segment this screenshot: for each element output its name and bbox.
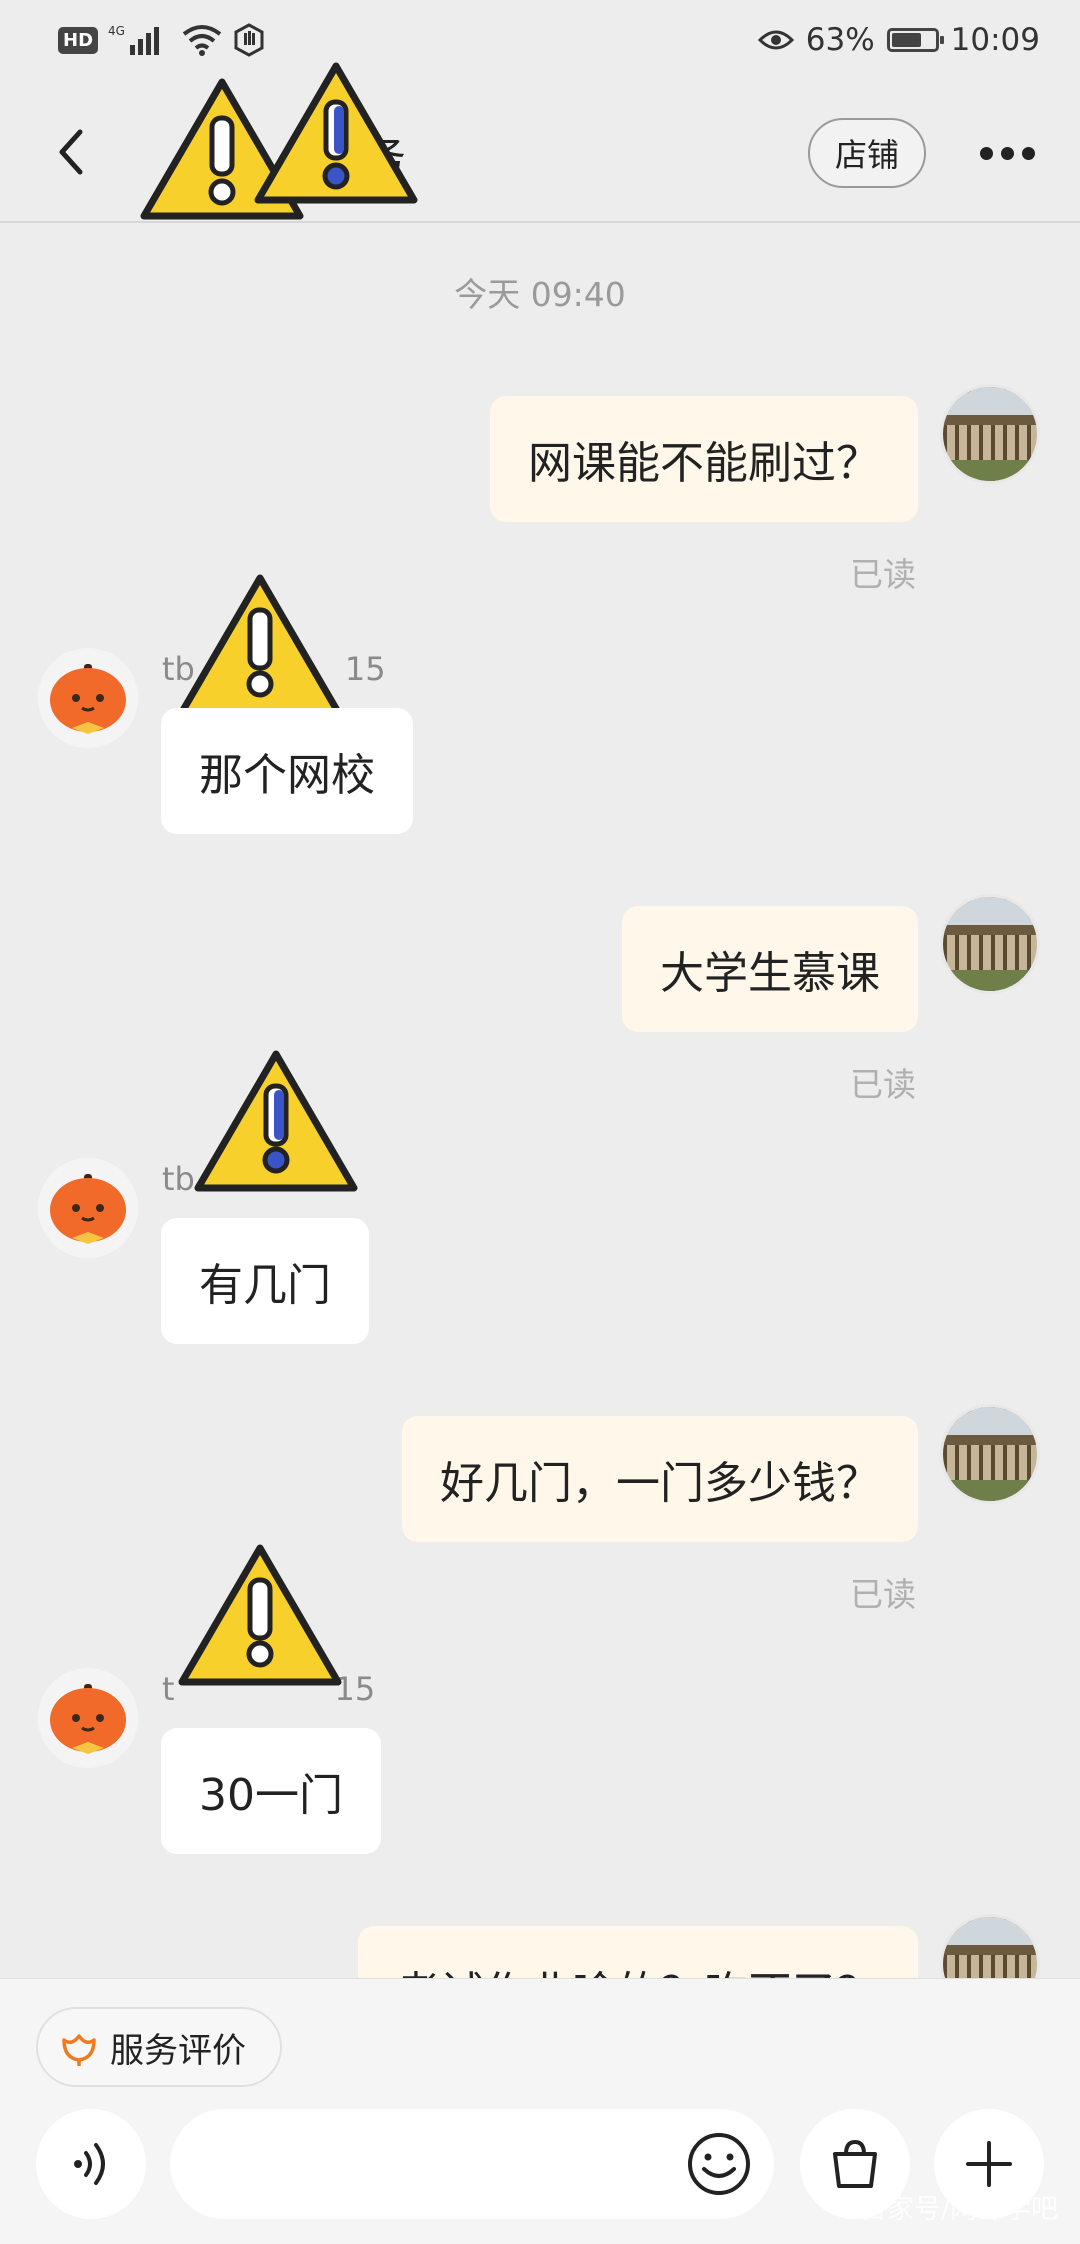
watermark: 百家号/网课学吧 <box>859 2194 1058 2225</box>
voice-icon <box>74 2143 105 2185</box>
flower-icon <box>62 2034 96 2066</box>
incoming-message[interactable]: 有几门 <box>161 1218 369 1344</box>
time-divider: 今天 09:40 <box>454 275 626 314</box>
emoji-icon[interactable] <box>686 2131 752 2197</box>
voice-input-button[interactable] <box>36 2109 146 2219</box>
pumpkin-icon <box>50 1684 126 1754</box>
service-rating-button[interactable]: 服务评价 <box>36 2007 282 2087</box>
seller-avatar[interactable] <box>38 648 138 748</box>
read-status: 已读 <box>850 1065 916 1104</box>
message-list[interactable]: 今天 09:40 网课能不能刷过？ 已读 tb15 那个网校 大学生慕课 已读 <box>0 0 1080 1978</box>
service-rating-label: 服务评价 <box>110 2030 246 2071</box>
warning-sticker-icon <box>178 574 342 716</box>
outgoing-message[interactable]: 考试作业啥的？吃不了？ <box>358 1926 918 1978</box>
warning-sticker-icon <box>194 1050 358 1192</box>
seller-avatar[interactable] <box>38 1158 138 1258</box>
sender-name-suffix: 15 <box>344 650 386 688</box>
plus-icon <box>966 2141 1012 2187</box>
outgoing-message[interactable]: 大学生慕课 <box>622 906 918 1032</box>
outgoing-message[interactable]: 好几门，一门多少钱？ <box>402 1416 918 1542</box>
read-status: 已读 <box>850 555 916 594</box>
user-avatar[interactable] <box>940 1914 1040 1978</box>
incoming-message[interactable]: 那个网校 <box>161 708 413 834</box>
user-avatar[interactable] <box>940 1404 1040 1504</box>
user-avatar[interactable] <box>940 894 1040 994</box>
message-input[interactable] <box>170 2109 774 2219</box>
incoming-message[interactable]: 30一门 <box>161 1728 381 1854</box>
seller-avatar[interactable] <box>38 1668 138 1768</box>
outgoing-message[interactable]: 网课能不能刷过？ <box>490 396 918 522</box>
warning-sticker-icon <box>178 1544 342 1686</box>
read-status: 已读 <box>850 1575 916 1614</box>
shopping-bag-icon <box>833 2139 877 2188</box>
pumpkin-icon <box>50 664 126 734</box>
pumpkin-icon <box>50 1174 126 1244</box>
user-avatar[interactable] <box>940 384 1040 484</box>
composer-bar: 服务评价 百家号/网课学吧 <box>0 1978 1080 2244</box>
